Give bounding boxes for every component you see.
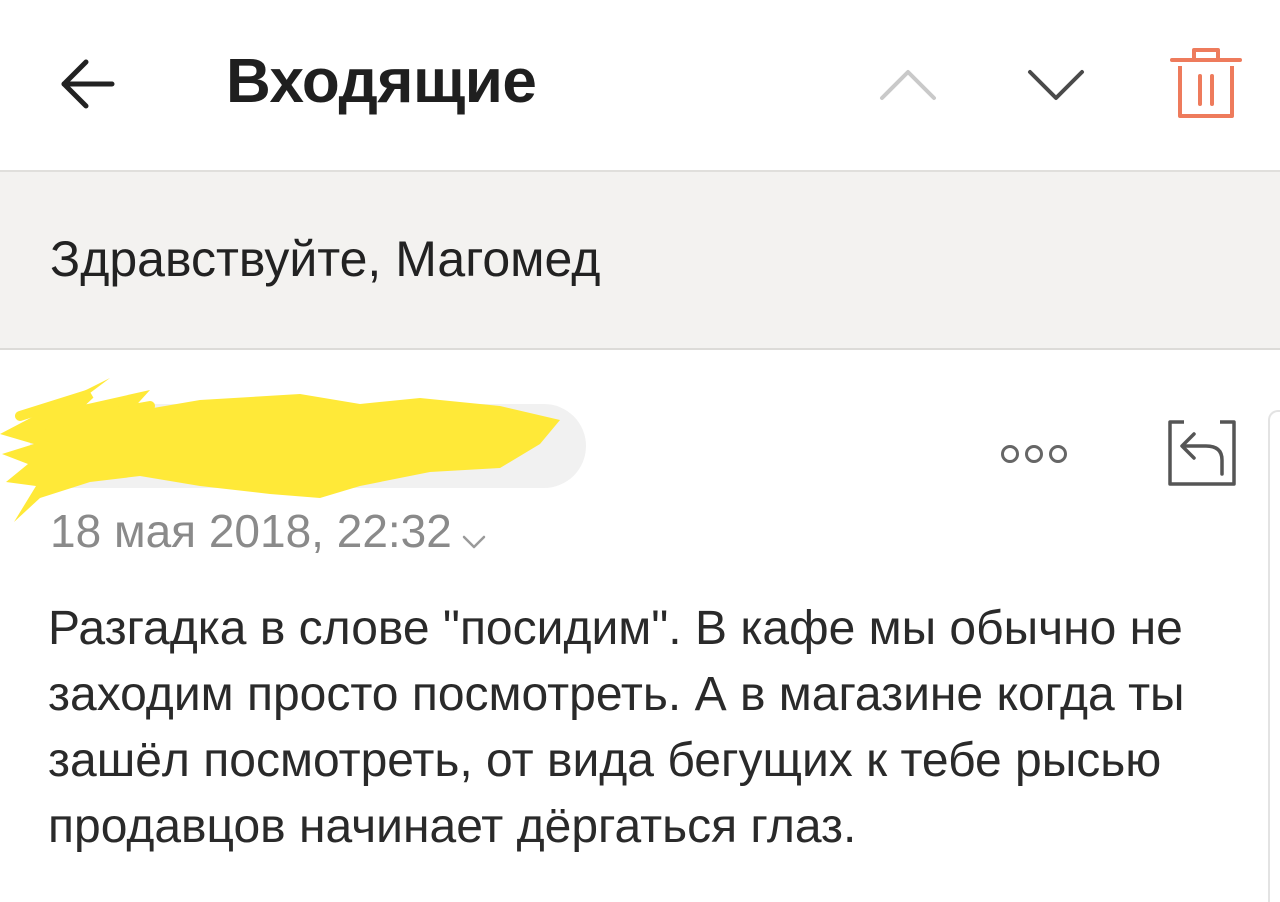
- message-date-text: 18 мая 2018, 22:32: [50, 505, 452, 557]
- side-panel-edge: [1268, 410, 1280, 902]
- chevron-down-icon: [460, 508, 488, 562]
- message-subject: Здравствуйте, Магомед: [50, 231, 601, 287]
- chevron-up-icon: [880, 70, 936, 100]
- more-dots-icon: [1001, 445, 1067, 463]
- delete-button[interactable]: [1166, 42, 1246, 126]
- sender-chip[interactable]: [30, 404, 586, 488]
- top-app-bar: Входящие: [0, 0, 1280, 172]
- more-options-button[interactable]: [996, 434, 1072, 474]
- back-button[interactable]: [48, 48, 128, 120]
- reply-button[interactable]: [1162, 414, 1242, 494]
- sender-area: [0, 372, 600, 522]
- trash-icon: [1170, 48, 1242, 118]
- previous-message-button[interactable]: [872, 52, 944, 116]
- reply-icon: [1168, 420, 1236, 486]
- page-title: Входящие: [226, 47, 537, 116]
- next-message-button[interactable]: [1020, 52, 1092, 116]
- subject-bar: Здравствуйте, Магомед: [0, 172, 1280, 350]
- message-body: Разгадка в слове "посидим". В кафе мы об…: [48, 602, 1185, 853]
- chevron-down-icon: [1028, 70, 1084, 100]
- arrow-left-icon: [61, 59, 115, 109]
- message-date[interactable]: 18 мая 2018, 22:32: [50, 504, 488, 562]
